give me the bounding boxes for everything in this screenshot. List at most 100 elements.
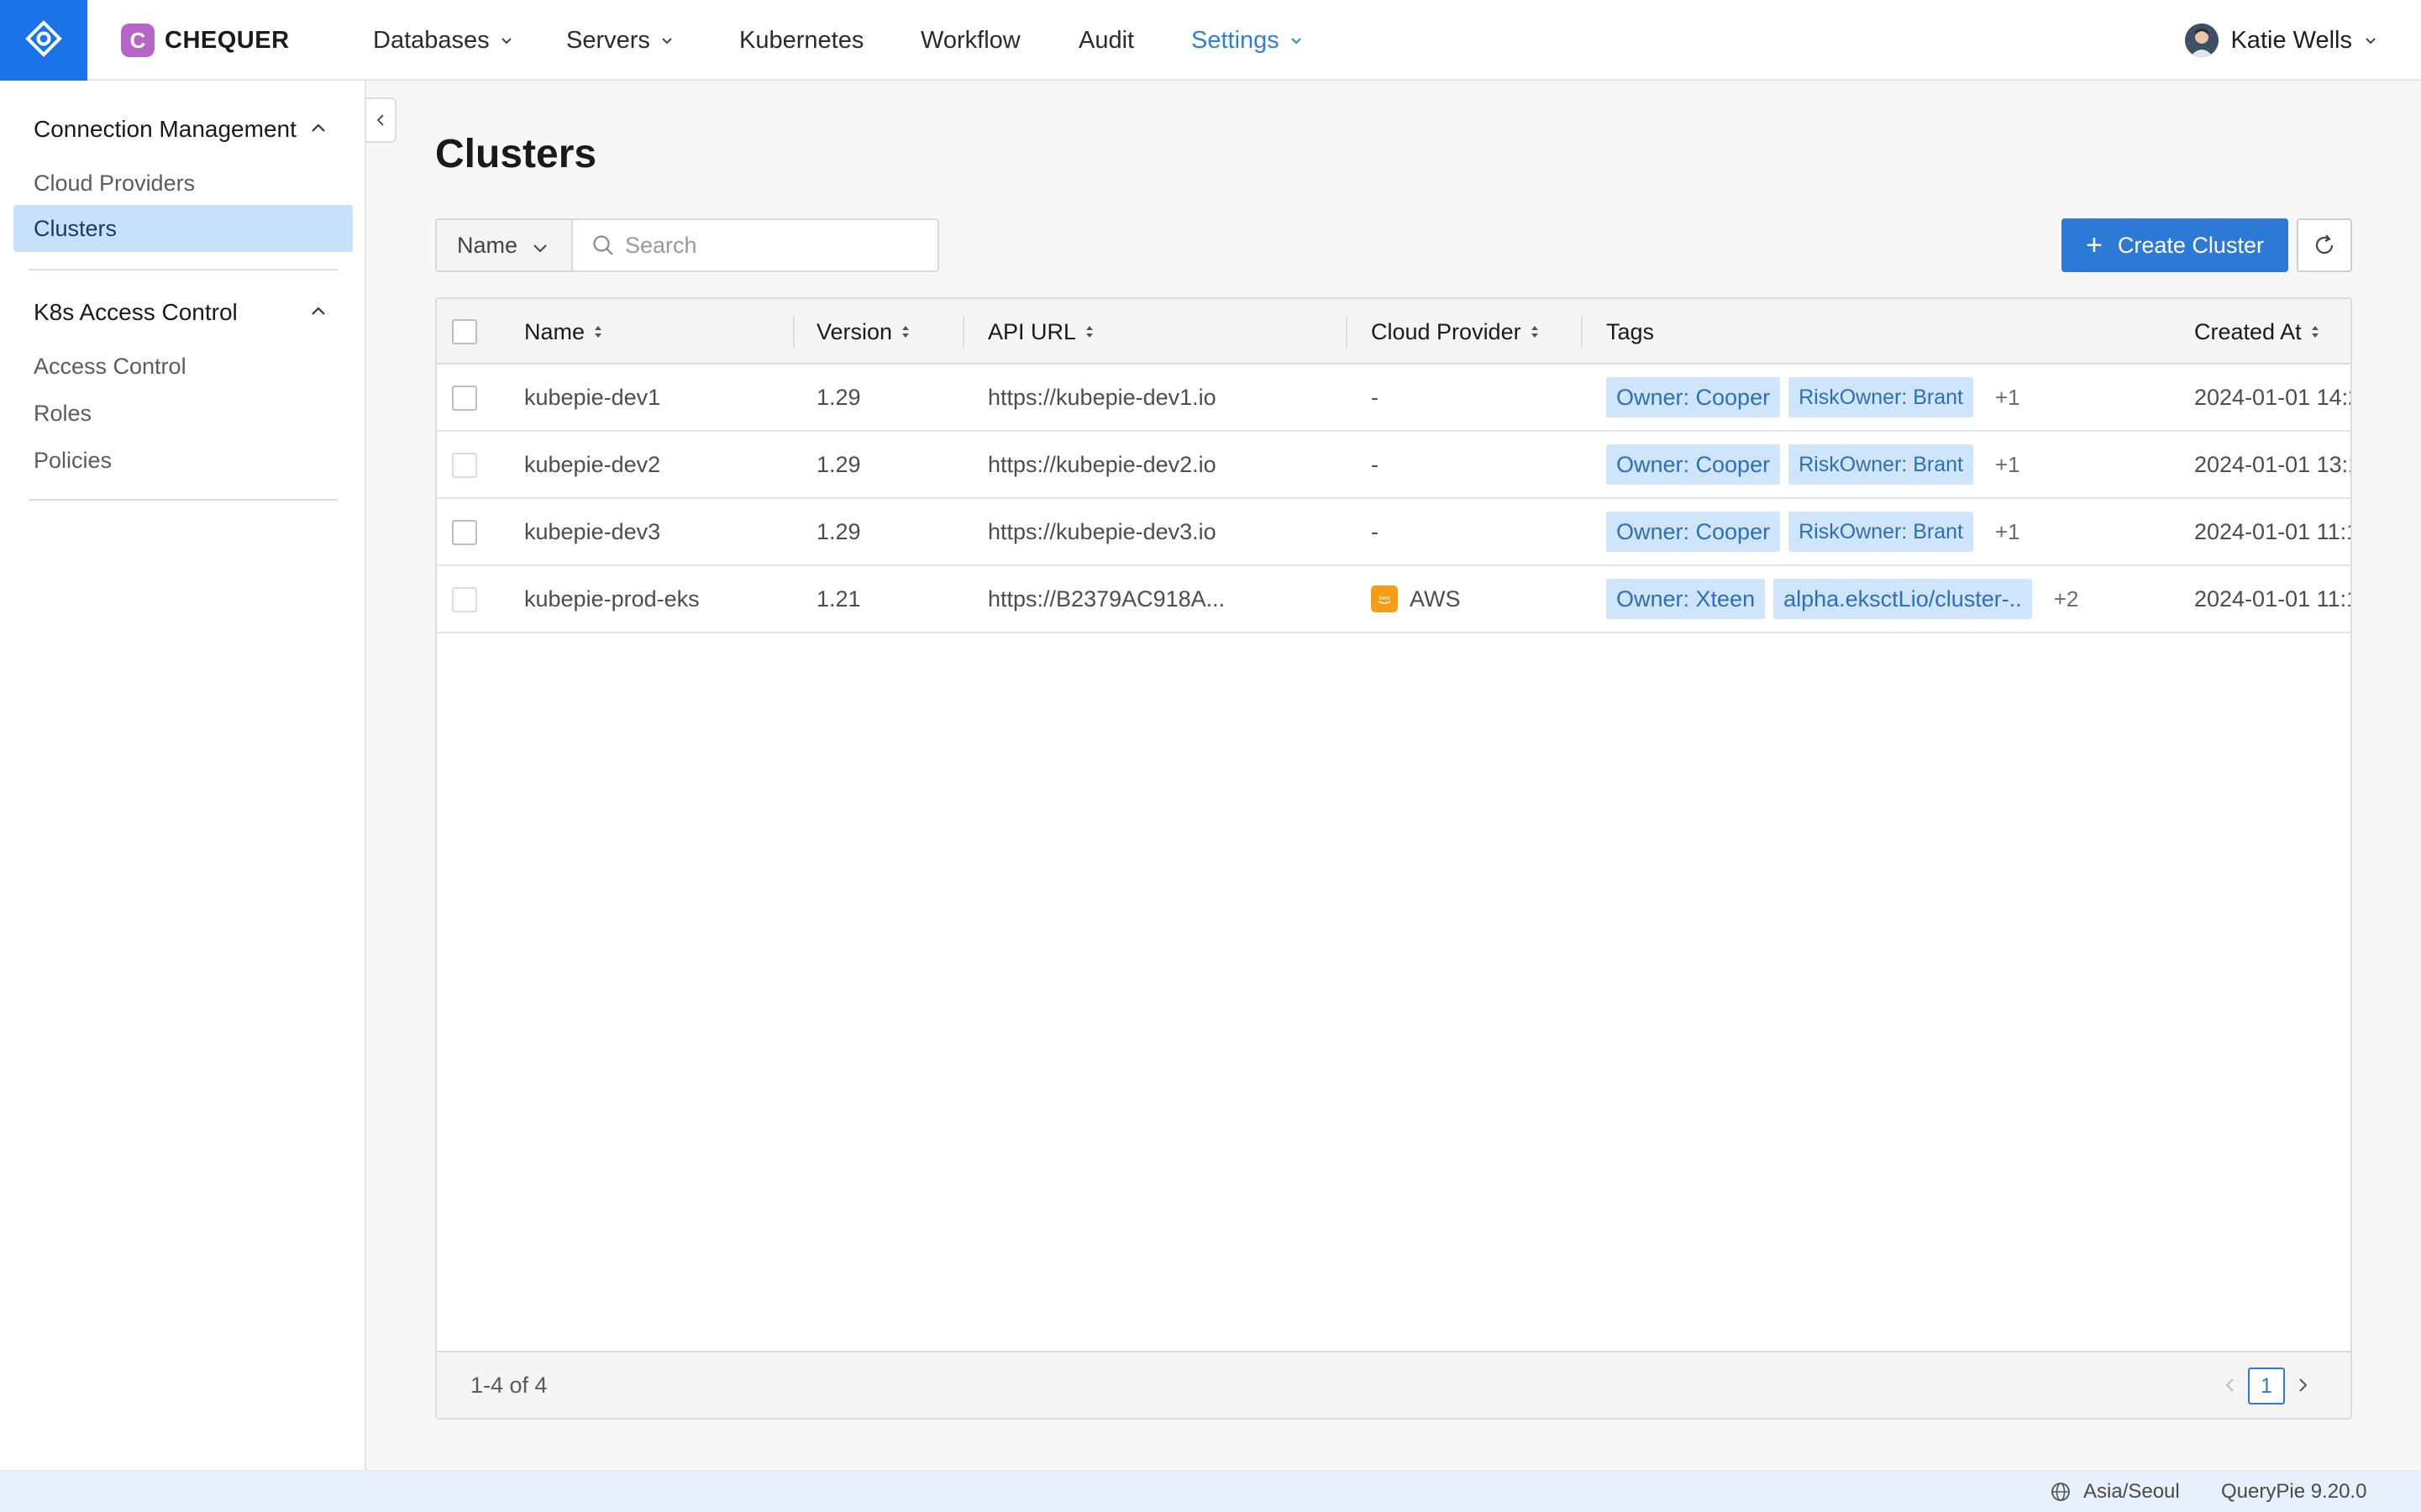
more-tags-count[interactable]: +1 xyxy=(1995,452,2020,478)
more-tags-count[interactable]: +2 xyxy=(2054,586,2079,612)
table-row[interactable]: kubepie-dev1 1.29 https://kubepie-dev1.io -… xyxy=(437,365,2350,432)
cluster-name[interactable]: kubepie-dev1 xyxy=(524,385,660,411)
cloud-provider-label: - xyxy=(1371,384,1379,410)
select-all-checkbox[interactable] xyxy=(452,319,477,344)
sidebar-section-k8s-access-control[interactable]: K8s Access Control xyxy=(34,299,238,326)
row-checkbox[interactable] xyxy=(452,587,477,612)
nav-workflow[interactable]: Workflow xyxy=(921,0,1021,81)
cluster-name[interactable]: kubepie-dev2 xyxy=(524,452,660,478)
column-header-version[interactable]: Version xyxy=(817,299,911,365)
cell-name: kubepie-dev3 xyxy=(524,499,660,564)
cell-version: 1.29 xyxy=(817,365,861,430)
chevron-right-icon[interactable] xyxy=(2292,1374,2313,1396)
brand-logo-icon: C xyxy=(121,24,155,57)
pagination-range: 1-4 of 4 xyxy=(470,1372,548,1398)
more-tags-count[interactable]: +1 xyxy=(1995,385,2020,411)
cell-tags: Owner: Cooper RiskOwner: Brant +1 xyxy=(1606,365,2020,430)
column-resize-handle[interactable] xyxy=(1581,316,1583,348)
column-header-cloud-provider[interactable]: Cloud Provider xyxy=(1371,299,1540,365)
row-checkbox[interactable] xyxy=(452,386,477,411)
sidebar-item-policies[interactable]: Policies xyxy=(13,437,353,484)
home-button[interactable] xyxy=(0,0,87,81)
tag-badge: alpha.eksctLio/cluster-.. xyxy=(1773,579,2032,619)
column-resize-handle[interactable] xyxy=(963,316,964,348)
nav-servers[interactable]: Servers xyxy=(566,0,674,81)
create-cluster-button[interactable]: + Create Cluster xyxy=(2061,218,2288,272)
row-checkbox[interactable] xyxy=(452,520,477,545)
sidebar-collapse-button[interactable] xyxy=(366,97,396,143)
cell-cloud-provider: - xyxy=(1371,432,1379,497)
app-version: QueryPie 9.20.0 xyxy=(2221,1480,2367,1503)
cluster-name[interactable]: kubepie-prod-eks xyxy=(524,586,700,612)
sort-icon xyxy=(1086,326,1094,338)
timezone-label: Asia/Seoul xyxy=(2083,1480,2180,1503)
cell-cloud-provider: aws AWS xyxy=(1371,566,1461,632)
column-header-label: Name xyxy=(524,318,586,344)
refresh-button[interactable] xyxy=(2297,218,2352,272)
sidebar-section-connection-management[interactable]: Connection Management xyxy=(34,116,297,143)
cluster-api-url: https://kubepie-dev3.io xyxy=(988,518,1216,544)
nav-databases[interactable]: Databases xyxy=(373,0,513,81)
sidebar-divider xyxy=(29,499,338,501)
chevron-left-icon xyxy=(376,114,384,126)
create-cluster-label: Create Cluster xyxy=(2117,232,2264,258)
chevron-down-icon xyxy=(1291,38,1301,45)
tag-badge: RiskOwner: Brant xyxy=(1788,512,1973,552)
filter-field-select[interactable]: Name xyxy=(435,218,573,272)
cloud-provider-label: AWS xyxy=(1410,585,1461,612)
chevron-down-icon xyxy=(501,38,512,45)
column-header-label: Created At xyxy=(2194,318,2302,344)
sidebar-item-clusters[interactable]: Clusters xyxy=(13,205,353,252)
sidebar-item-roles[interactable]: Roles xyxy=(13,390,353,437)
row-checkbox[interactable] xyxy=(452,453,477,478)
column-resize-handle[interactable] xyxy=(793,316,795,348)
column-header-created-at[interactable]: Created At xyxy=(2194,299,2320,365)
chevron-down-icon xyxy=(2366,38,2376,45)
nav-settings[interactable]: Settings xyxy=(1191,0,1303,81)
column-resize-handle[interactable] xyxy=(1346,316,1347,348)
column-header-tags: Tags xyxy=(1606,299,1654,365)
chevron-left-icon[interactable] xyxy=(2219,1374,2241,1396)
tag-badge: RiskOwner: Brant xyxy=(1788,377,1973,417)
search-input[interactable] xyxy=(625,232,927,259)
nav-settings-label: Settings xyxy=(1191,26,1279,54)
table-row[interactable]: kubepie-dev2 1.29 https://kubepie-dev2.io -… xyxy=(437,432,2350,499)
tag-badge: Owner: Xteen xyxy=(1606,579,1766,619)
column-header-label: Version xyxy=(817,318,893,344)
table-header: Name Version API URL Cloud Provider Tags Crea… xyxy=(437,299,2350,365)
cell-name: kubepie-dev2 xyxy=(524,432,660,497)
column-header-label: Tags xyxy=(1606,318,1655,344)
sidebar-item-cloud-providers[interactable]: Cloud Providers xyxy=(13,160,353,207)
column-header-name[interactable]: Name xyxy=(524,299,603,365)
page-number-button[interactable]: 1 xyxy=(2248,1368,2285,1404)
chevron-down-icon xyxy=(533,244,547,253)
cell-api-url: https://kubepie-dev1.io xyxy=(988,365,1216,430)
timezone-selector[interactable]: Asia/Seoul xyxy=(2050,1471,2180,1512)
cell-api-url: https://kubepie-dev2.io xyxy=(988,432,1216,497)
nav-audit-label: Audit xyxy=(1079,26,1135,54)
chevron-up-icon[interactable] xyxy=(307,301,329,323)
user-menu[interactable]: Katie Wells xyxy=(2185,0,2377,81)
aws-icon: aws xyxy=(1371,585,1398,612)
cell-tags: Owner: Cooper RiskOwner: Brant +1 xyxy=(1606,432,2020,497)
querypie-logo-icon xyxy=(25,19,62,61)
table-row[interactable]: kubepie-dev3 1.29 https://kubepie-dev3.io -… xyxy=(437,499,2350,566)
nav-audit[interactable]: Audit xyxy=(1079,0,1134,81)
sidebar-section-title: Connection Management xyxy=(34,116,297,142)
column-header-api-url[interactable]: API URL xyxy=(988,299,1095,365)
cluster-name[interactable]: kubepie-dev3 xyxy=(524,519,660,545)
sort-icon xyxy=(595,326,602,338)
more-tags-count[interactable]: +1 xyxy=(1995,519,2020,545)
created-at-value: 2024-01-01 11:12:33 xyxy=(2194,518,2350,544)
nav-kubernetes[interactable]: Kubernetes xyxy=(739,0,864,81)
cell-created-at: 2024-01-01 13:14:17 xyxy=(2194,432,2350,497)
table-row[interactable]: kubepie-prod-eks 1.21 https://B2379AC918A.… xyxy=(437,566,2350,633)
nav-databases-label: Databases xyxy=(373,26,490,54)
tag-badge: Owner: Cooper xyxy=(1606,512,1781,552)
cell-name: kubepie-dev1 xyxy=(524,365,660,430)
column-header-label: Cloud Provider xyxy=(1371,318,1521,344)
chevron-up-icon[interactable] xyxy=(307,118,329,139)
brand[interactable]: C CHEQUER xyxy=(121,24,290,57)
chevron-down-icon xyxy=(662,38,672,45)
sidebar-item-access-control[interactable]: Access Control xyxy=(13,343,353,390)
